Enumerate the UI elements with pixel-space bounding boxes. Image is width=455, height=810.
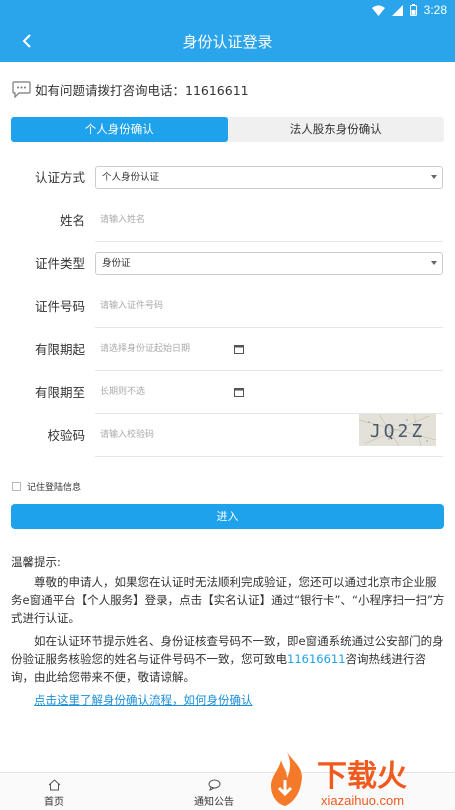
id-number-label: 证件号码: [34, 299, 85, 314]
divider: [95, 456, 443, 457]
id-type-select[interactable]: 身份证: [95, 252, 443, 275]
auth-method-select[interactable]: 个人身份认证: [95, 166, 443, 189]
watermark-url: xiazaihuo.com: [321, 793, 404, 808]
hotline-notice: 如有问题请拨打咨询电话：11616611: [12, 80, 249, 99]
auth-method-row: 认证方式 个人身份认证: [0, 156, 455, 199]
remember-login[interactable]: 记住登陆信息: [12, 480, 81, 493]
valid-from-label: 有限期起: [34, 342, 85, 357]
valid-to-input[interactable]: 长期则不选: [100, 371, 145, 414]
chevron-down-icon: [431, 175, 437, 179]
chevron-down-icon: [431, 261, 437, 265]
nav-notices[interactable]: 通知公告: [194, 779, 234, 808]
remember-label: 记住登陆信息: [27, 483, 82, 493]
home-icon: [48, 779, 60, 791]
page-title: 身份认证登录: [182, 33, 273, 51]
valid-from-input[interactable]: 请选择身份证起始日期: [100, 328, 190, 371]
captcha-label: 校验码: [47, 428, 85, 443]
valid-to-label: 有限期至: [34, 385, 85, 400]
watermark-brand: 下载火: [317, 759, 407, 794]
name-label: 姓名: [59, 213, 85, 228]
id-number-row: 证件号码 请输入证件号码: [0, 285, 455, 328]
id-number-input[interactable]: 请输入证件号码: [100, 285, 163, 328]
wifi-icon: [371, 5, 385, 16]
tab-personal[interactable]: 个人身份确认: [11, 117, 228, 142]
name-row: 姓名 请输入姓名: [0, 199, 455, 242]
auth-method-label: 认证方式: [34, 170, 85, 185]
clock: 3:28: [423, 3, 447, 17]
valid-from-row: 有限期起 请选择身份证起始日期: [0, 328, 455, 371]
remember-checkbox[interactable]: [12, 482, 21, 491]
calendar-icon[interactable]: [234, 387, 244, 397]
watermark-logo: 下载火 xiazaihuo.com: [271, 752, 407, 808]
nav-home[interactable]: 首页: [44, 779, 64, 808]
auth-method-value: 个人身份认证: [102, 172, 160, 183]
status-bar: 3:28: [0, 0, 455, 20]
calendar-icon[interactable]: [234, 344, 244, 354]
id-type-row: 证件类型 身份证: [0, 242, 455, 285]
tips-paragraph-1: 尊敬的申请人，如果您在认证时无法顺利完成验证，您还可以通过北京市企业服务e窗通平…: [11, 575, 445, 625]
nav-home-label: 首页: [44, 797, 64, 808]
captcha-text: JQ2Z: [370, 421, 425, 442]
process-help-link[interactable]: 点击这里了解身份确认流程，如何身份确认: [11, 691, 445, 709]
message-icon: [208, 779, 220, 791]
id-type-label: 证件类型: [34, 256, 85, 271]
enter-button[interactable]: 进入: [11, 504, 444, 529]
app-bar: 身份认证登录: [0, 20, 455, 62]
chat-bubble-icon: [12, 81, 31, 98]
tips-paragraph-2: 如在认证环节提示姓名、身份证核查号码不一致，即e窗通系统通过公安部门的身份验证服…: [11, 632, 445, 686]
identity-tabs: 个人身份确认 法人股东身份确认: [11, 117, 444, 142]
valid-to-row: 有限期至 长期则不选: [0, 371, 455, 414]
signal-icon: [391, 4, 403, 16]
tab-legal-shareholder[interactable]: 法人股东身份确认: [228, 117, 445, 142]
id-type-value: 身份证: [102, 258, 131, 269]
hotline-number[interactable]: 11616611: [287, 652, 346, 666]
battery-icon: [409, 4, 417, 16]
name-input[interactable]: 请输入姓名: [100, 199, 145, 242]
captcha-input[interactable]: 请输入校验码: [100, 414, 154, 457]
nav-notices-label: 通知公告: [194, 797, 234, 808]
hotline-text: 如有问题请拨打咨询电话：11616611: [35, 83, 249, 98]
tips-heading: 温馨提示:: [11, 555, 61, 569]
tips-section: 温馨提示: 尊敬的申请人，如果您在认证时无法顺利完成验证，您还可以通过北京市企业…: [11, 553, 445, 714]
captcha-image[interactable]: JQ2Z: [359, 414, 436, 446]
